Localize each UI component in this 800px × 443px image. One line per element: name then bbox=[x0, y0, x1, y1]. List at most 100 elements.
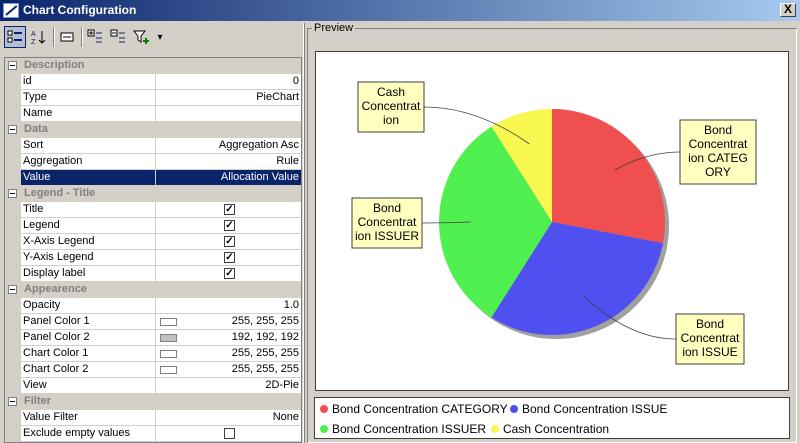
category-description[interactable]: Description bbox=[5, 58, 301, 74]
callout-text: ORY bbox=[705, 165, 731, 179]
property-row-view[interactable]: View 2D-Pie bbox=[5, 378, 301, 394]
collapse-toggle-icon[interactable] bbox=[8, 285, 17, 294]
property-row-sort[interactable]: Sort Aggregation Asc bbox=[5, 138, 301, 154]
property-name: id bbox=[21, 74, 156, 89]
legend-label: Cash Concentration bbox=[503, 422, 610, 436]
property-value[interactable]: Rule bbox=[156, 154, 301, 169]
callout-text: Concentrat bbox=[358, 215, 417, 229]
legend-label: Bond Concentration ISSUE bbox=[522, 402, 668, 416]
collapse-all-button[interactable] bbox=[107, 26, 129, 48]
category-label: Appearence bbox=[24, 283, 87, 295]
color-swatch bbox=[160, 334, 177, 342]
property-row-display-label[interactable]: Display label ✓ bbox=[5, 266, 301, 282]
categorized-icon bbox=[7, 30, 22, 43]
property-row-chart-color-1[interactable]: Chart Color 1 255, 255, 255 bbox=[5, 346, 301, 362]
property-value[interactable] bbox=[156, 106, 301, 121]
property-row-type[interactable]: Type PieChart bbox=[5, 90, 301, 106]
legend-swatch-icon bbox=[510, 405, 518, 413]
property-row-opacity[interactable]: Opacity 1.0 bbox=[5, 298, 301, 314]
collapse-toggle-icon[interactable] bbox=[8, 125, 17, 134]
collapse-toggle-icon[interactable] bbox=[8, 61, 17, 70]
callout-text: Cash bbox=[377, 85, 405, 99]
chart-panel: Bond Concentrat ion CATEG ORY Bond Concentrat… bbox=[315, 51, 789, 391]
property-row-panel-color-1[interactable]: Panel Color 1 255, 255, 255 bbox=[5, 314, 301, 330]
property-row-name[interactable]: Name bbox=[5, 106, 301, 122]
property-row-legend[interactable]: Legend ✓ bbox=[5, 218, 301, 234]
xaxis-legend-checkbox[interactable]: ✓ bbox=[224, 236, 235, 247]
callout-text: Concentrat bbox=[362, 99, 421, 113]
property-row-value[interactable]: Value Allocation Value bbox=[5, 170, 301, 186]
category-label: Description bbox=[24, 59, 85, 71]
category-filter[interactable]: Filter bbox=[5, 394, 301, 410]
callout-text: ion ISSUE bbox=[682, 345, 737, 359]
dropdown-arrow-icon: ▾ bbox=[157, 31, 163, 43]
property-value[interactable]: 255, 255, 255 bbox=[232, 315, 299, 327]
expand-all-button[interactable] bbox=[84, 26, 106, 48]
property-row-panel-color-2[interactable]: Panel Color 2 192, 192, 192 bbox=[5, 330, 301, 346]
property-name: Sort bbox=[21, 138, 156, 153]
toolbar-dropdown-button[interactable]: ▾ bbox=[154, 26, 166, 48]
category-appearance[interactable]: Appearence bbox=[5, 282, 301, 298]
category-label: Filter bbox=[24, 395, 51, 407]
app-icon bbox=[3, 3, 19, 18]
category-data[interactable]: Data bbox=[5, 122, 301, 138]
property-value[interactable]: 1.0 bbox=[156, 298, 301, 313]
property-name: X-Axis Legend bbox=[21, 234, 156, 249]
property-row-xaxis-legend[interactable]: X-Axis Legend ✓ bbox=[5, 234, 301, 250]
title-checkbox[interactable]: ✓ bbox=[224, 204, 235, 215]
close-button[interactable]: X bbox=[780, 3, 796, 17]
property-row-value-filter[interactable]: Value Filter None bbox=[5, 410, 301, 426]
svg-text:A: A bbox=[31, 31, 36, 38]
yaxis-legend-checkbox[interactable]: ✓ bbox=[224, 252, 235, 263]
property-value[interactable]: PieChart bbox=[156, 90, 301, 105]
property-value[interactable]: 192, 192, 192 bbox=[232, 331, 299, 343]
alphabetical-button[interactable]: A Z bbox=[28, 26, 50, 48]
legend-item: Bond Concentration ISSUE bbox=[510, 402, 667, 416]
property-name: Value bbox=[21, 170, 156, 185]
panel-splitter[interactable] bbox=[303, 23, 305, 443]
property-grid: Description id 0 Type PieChart Name Data… bbox=[4, 57, 302, 443]
property-value[interactable]: None bbox=[156, 410, 301, 425]
property-toolbar: A Z ▾ bbox=[2, 23, 302, 53]
exclude-empty-checkbox[interactable] bbox=[224, 428, 235, 439]
slice-callout: BondConcentration ISSUE bbox=[675, 313, 745, 365]
callout-text: Bond bbox=[696, 317, 724, 331]
property-value[interactable]: Aggregation Asc bbox=[156, 138, 301, 153]
collapse-icon bbox=[110, 29, 125, 43]
property-row-aggregation[interactable]: Aggregation Rule bbox=[5, 154, 301, 170]
property-value[interactable]: 2D-Pie bbox=[156, 378, 301, 393]
callout-text: ion bbox=[383, 113, 399, 127]
expand-icon bbox=[87, 29, 102, 43]
collapse-toggle-icon[interactable] bbox=[8, 189, 17, 198]
property-name: Y-Axis Legend bbox=[21, 250, 156, 265]
property-value[interactable]: 255, 255, 255 bbox=[232, 347, 299, 359]
title-bar[interactable]: Chart Configuration X bbox=[0, 0, 800, 21]
property-value[interactable]: 0 bbox=[156, 74, 301, 89]
property-name: Display label bbox=[21, 266, 156, 281]
legend-item: Bond Concentration CATEGORY bbox=[320, 402, 508, 416]
property-name: Value Filter bbox=[21, 410, 156, 425]
property-row-id[interactable]: id 0 bbox=[5, 74, 301, 90]
collapse-toggle-icon[interactable] bbox=[8, 397, 17, 406]
property-row-exclude-empty[interactable]: Exclude empty values bbox=[5, 426, 301, 442]
legend-item: Cash Concentration bbox=[491, 422, 609, 436]
categorized-button[interactable] bbox=[4, 26, 26, 48]
legend-swatch-icon bbox=[491, 425, 499, 433]
property-row-chart-color-2[interactable]: Chart Color 2 255, 255, 255 bbox=[5, 362, 301, 378]
legend-checkbox[interactable]: ✓ bbox=[224, 220, 235, 231]
pie-slice[interactable] bbox=[552, 109, 665, 244]
property-value[interactable]: Allocation Value bbox=[156, 170, 301, 185]
property-name: Opacity bbox=[21, 298, 156, 313]
chart-legend: Bond Concentration CATEGORY Bond Concentr… bbox=[314, 397, 790, 439]
legend-swatch-icon bbox=[320, 405, 328, 413]
property-pages-button[interactable] bbox=[56, 26, 78, 48]
display-label-checkbox[interactable]: ✓ bbox=[224, 268, 235, 279]
category-legend-title[interactable]: Legend - Title bbox=[5, 186, 301, 202]
category-label: Data bbox=[24, 123, 48, 135]
filter-add-button[interactable] bbox=[130, 26, 152, 48]
property-row-title[interactable]: Title ✓ bbox=[5, 202, 301, 218]
svg-text:Z: Z bbox=[31, 39, 36, 45]
property-row-yaxis-legend[interactable]: Y-Axis Legend ✓ bbox=[5, 250, 301, 266]
callout-text: ion ISSUER bbox=[355, 229, 419, 243]
property-value[interactable]: 255, 255, 255 bbox=[232, 363, 299, 375]
